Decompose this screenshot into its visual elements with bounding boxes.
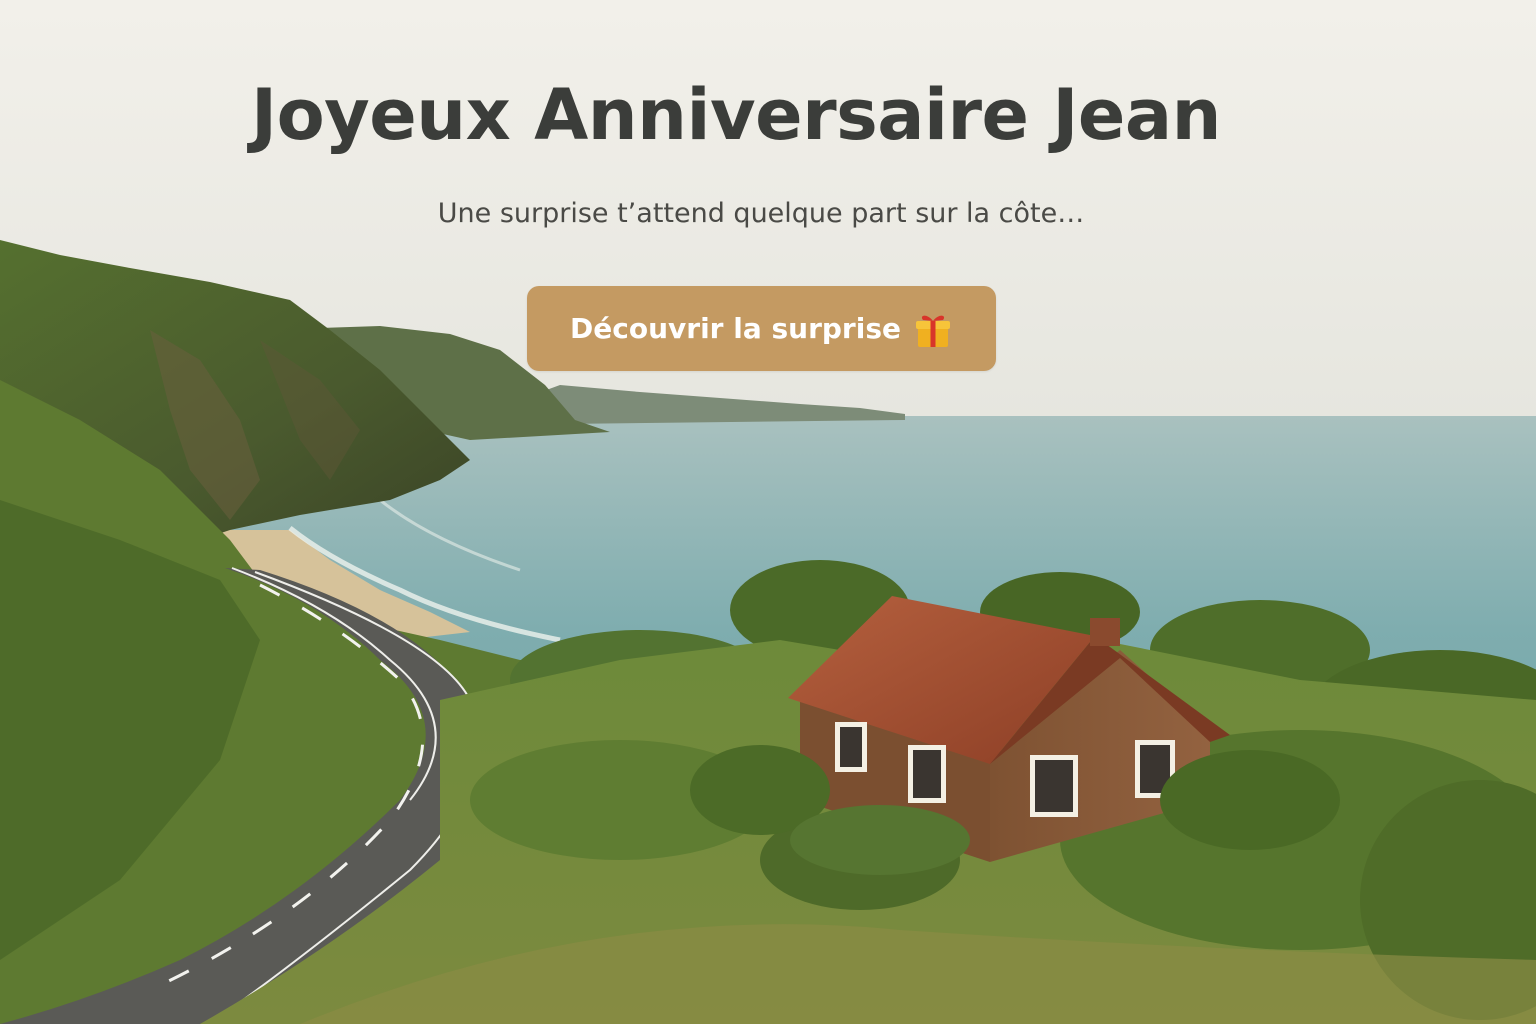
discover-surprise-button[interactable]: Découvrir la surprise (527, 286, 996, 371)
page-title: Joyeux Anniversaire Jean (251, 74, 1221, 156)
gift-icon (915, 315, 950, 347)
page-subtitle: Une surprise t’attend quelque part sur l… (437, 198, 1085, 229)
discover-surprise-label: Découvrir la surprise (570, 312, 901, 345)
birthday-page: Joyeux Anniversaire Jean Une surprise t’… (0, 0, 1536, 1024)
